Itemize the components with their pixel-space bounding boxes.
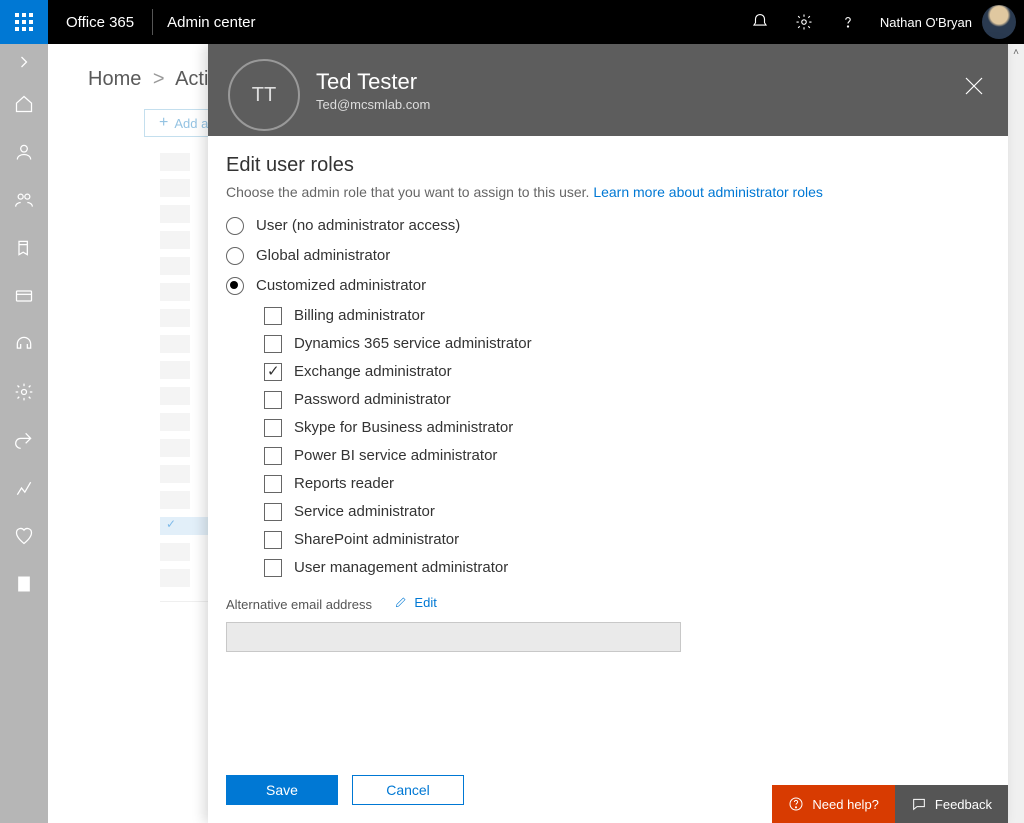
custom-role-billing-administrator[interactable]: Billing administrator (264, 307, 888, 325)
panel-title: Edit user roles (226, 154, 888, 177)
question-circle-icon (788, 796, 804, 812)
panel-desc-text: Choose the admin role that you want to a… (226, 184, 593, 200)
pencil-icon (394, 595, 408, 609)
notifications-icon[interactable] (738, 0, 782, 44)
custom-role-password-administrator[interactable]: Password administrator (264, 391, 888, 409)
nav-groups-icon[interactable] (0, 176, 48, 224)
breadcrumb-home[interactable]: Home (88, 68, 141, 90)
checkbox-icon (264, 363, 282, 381)
custom-role-power-bi-service-administrator[interactable]: Power BI service administrator (264, 447, 888, 465)
custom-role-user-management-administrator[interactable]: User management administrator (264, 559, 888, 577)
custom-role-skype-for-business-administrator[interactable]: Skype for Business administrator (264, 419, 888, 437)
nav-setup-icon[interactable] (0, 416, 48, 464)
checkbox-icon (264, 531, 282, 549)
alt-email-input[interactable] (226, 622, 681, 652)
radio-icon (226, 217, 244, 235)
breadcrumb-sep: > (147, 68, 171, 90)
custom-role-label: Dynamics 365 service administrator (294, 335, 532, 352)
nav-reports-icon[interactable] (0, 464, 48, 512)
nav-home-icon[interactable] (0, 80, 48, 128)
close-icon[interactable] (962, 74, 986, 98)
nav-users-icon[interactable] (0, 128, 48, 176)
nav-support-icon[interactable] (0, 320, 48, 368)
custom-role-exchange-administrator[interactable]: Exchange administrator (264, 363, 888, 381)
edit-label: Edit (414, 595, 436, 610)
checkbox-icon (264, 307, 282, 325)
user-initials: TT (228, 59, 300, 131)
custom-role-label: SharePoint administrator (294, 531, 459, 548)
checkbox-icon (264, 419, 282, 437)
role-radio-custom[interactable]: Customized administrator (226, 277, 888, 295)
user-display-name: Ted Tester (316, 69, 430, 95)
nav-admin-centers-icon[interactable] (0, 560, 48, 608)
panel-header: TT Ted Tester Ted@mcsmlab.com (208, 44, 1008, 136)
custom-role-list: Billing administrator Dynamics 365 servic… (264, 307, 888, 577)
brand-label[interactable]: Office 365 (48, 14, 152, 31)
user-email: Ted@mcsmlab.com (316, 97, 430, 112)
custom-role-label: Skype for Business administrator (294, 419, 513, 436)
checkbox-icon (264, 503, 282, 521)
custom-role-dynamics-365-service-administrator[interactable]: Dynamics 365 service administrator (264, 335, 888, 353)
app-title[interactable]: Admin center (153, 14, 269, 31)
panel-footer: Save Cancel (226, 775, 464, 805)
radio-icon (226, 247, 244, 265)
alt-email-section: Alternative email address Edit (226, 595, 888, 653)
nav-health-icon[interactable] (0, 512, 48, 560)
checkbox-icon (264, 475, 282, 493)
chat-icon (911, 796, 927, 812)
checkbox-icon (264, 559, 282, 577)
nav-resources-icon[interactable] (0, 224, 48, 272)
custom-role-label: Service administrator (294, 503, 435, 520)
help-icon[interactable] (826, 0, 870, 44)
role-radio-global[interactable]: Global administrator (226, 247, 888, 265)
nav-settings-icon[interactable] (0, 368, 48, 416)
left-nav (0, 44, 48, 823)
plus-icon: + (159, 114, 168, 132)
alt-email-label: Alternative email address (226, 597, 372, 612)
custom-role-reports-reader[interactable]: Reports reader (264, 475, 888, 493)
role-user-label: User (no administrator access) (256, 217, 460, 234)
expand-nav-icon[interactable] (0, 44, 48, 80)
scroll-up-icon[interactable]: ˄ (1008, 44, 1024, 60)
avatar[interactable] (982, 5, 1016, 39)
need-help-button[interactable]: Need help? (772, 785, 895, 823)
alt-email-edit-link[interactable]: Edit (394, 595, 436, 610)
checkbox-icon (264, 447, 282, 465)
user-name[interactable]: Nathan O'Bryan (870, 15, 982, 30)
custom-role-label: Exchange administrator (294, 363, 452, 380)
custom-role-label: Billing administrator (294, 307, 425, 324)
cancel-button[interactable]: Cancel (352, 775, 464, 805)
custom-role-service-administrator[interactable]: Service administrator (264, 503, 888, 521)
role-radio-user[interactable]: User (no administrator access) (226, 217, 888, 235)
role-global-label: Global administrator (256, 247, 390, 264)
settings-icon[interactable] (782, 0, 826, 44)
edit-user-panel: TT Ted Tester Ted@mcsmlab.com (208, 44, 1008, 823)
nav-billing-icon[interactable] (0, 272, 48, 320)
feedback-button[interactable]: Feedback (895, 785, 1008, 823)
role-custom-label: Customized administrator (256, 277, 426, 294)
feedback-label: Feedback (935, 797, 992, 812)
custom-role-label: User management administrator (294, 559, 508, 576)
custom-role-label: Reports reader (294, 475, 394, 492)
need-help-label: Need help? (812, 797, 879, 812)
custom-role-label: Power BI service administrator (294, 447, 497, 464)
checkbox-icon (264, 335, 282, 353)
topbar: Office 365 Admin center Nathan O'Bryan (0, 0, 1024, 44)
scrollbar[interactable]: ˄ (1008, 44, 1024, 823)
save-button[interactable]: Save (226, 775, 338, 805)
app-launcher-icon[interactable] (0, 0, 48, 44)
radio-icon (226, 277, 244, 295)
checkbox-icon (264, 391, 282, 409)
help-bar: Need help? Feedback (772, 785, 1008, 823)
custom-role-sharepoint-administrator[interactable]: SharePoint administrator (264, 531, 888, 549)
panel-desc: Choose the admin role that you want to a… (226, 183, 888, 203)
custom-role-label: Password administrator (294, 391, 451, 408)
panel-body: Edit user roles Choose the admin role th… (208, 136, 1008, 823)
learn-more-link[interactable]: Learn more about administrator roles (593, 184, 823, 200)
breadcrumb-current: Acti (175, 68, 208, 90)
